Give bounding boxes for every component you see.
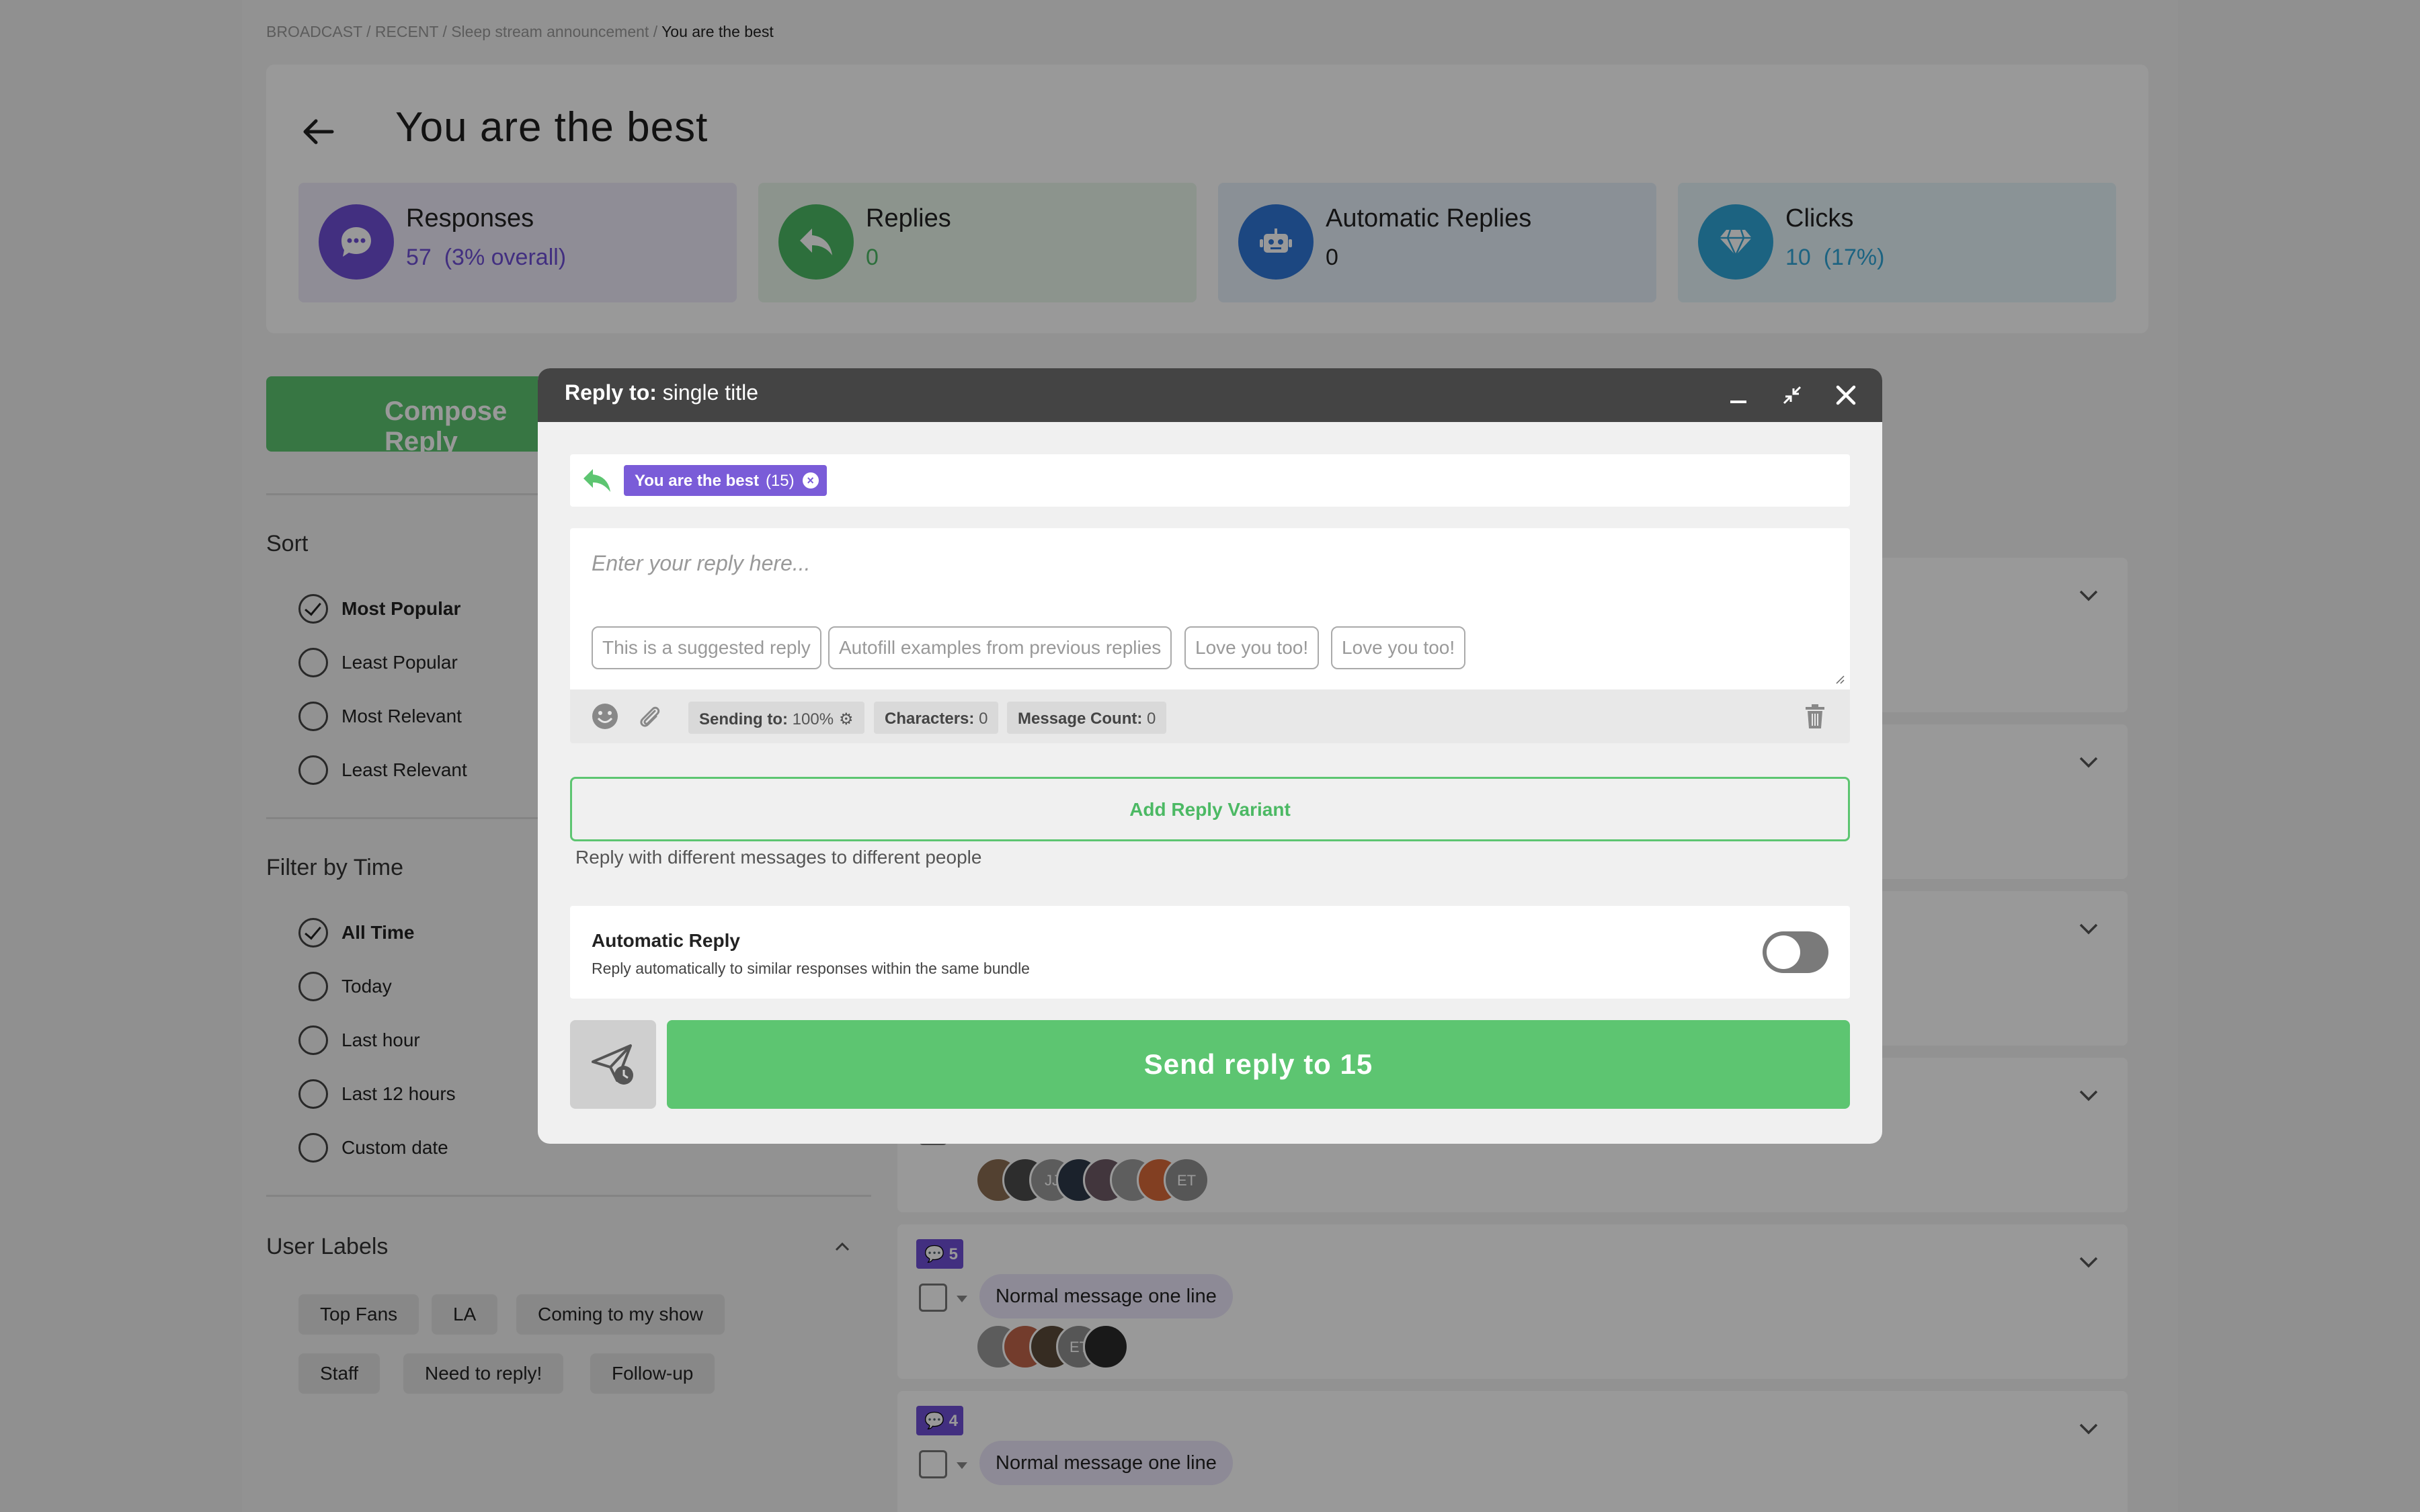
attachment-icon[interactable] bbox=[635, 702, 664, 731]
automatic-reply-subtitle: Reply automatically to similar responses… bbox=[592, 960, 1030, 977]
suggested-reply-chip[interactable]: Love you too! bbox=[1331, 626, 1466, 669]
suggested-reply-chip[interactable]: Love you too! bbox=[1184, 626, 1320, 669]
characters-chip: Characters: 0 bbox=[874, 702, 999, 734]
send-reply-button[interactable]: Send reply to 15 bbox=[667, 1020, 1850, 1109]
emoji-icon[interactable] bbox=[590, 702, 620, 731]
sending-to-chip[interactable]: Sending to: 100% ⚙ bbox=[688, 702, 864, 734]
remove-tag-icon[interactable]: × bbox=[802, 472, 819, 489]
suggested-reply-chip[interactable]: This is a suggested reply bbox=[592, 626, 821, 669]
modal-title: Reply to: single title bbox=[565, 380, 759, 405]
reply-editor: This is a suggested reply Autofill examp… bbox=[570, 528, 1850, 689]
automatic-reply-title: Automatic Reply bbox=[592, 930, 740, 951]
reply-input[interactable] bbox=[592, 543, 1667, 583]
schedule-send-icon bbox=[592, 1044, 633, 1085]
automatic-reply-toggle[interactable] bbox=[1763, 931, 1828, 973]
add-reply-variant-button[interactable]: Add Reply Variant bbox=[570, 777, 1850, 841]
gear-icon[interactable]: ⚙ bbox=[839, 710, 854, 729]
recipient-row: You are the best (15) × bbox=[570, 454, 1850, 507]
minimize-icon[interactable] bbox=[1725, 382, 1752, 409]
trash-icon[interactable] bbox=[1802, 702, 1828, 731]
reply-modal: Reply to: single title You are the best(… bbox=[538, 368, 1882, 1144]
modal-header: Reply to: single title bbox=[538, 368, 1882, 422]
automatic-reply-section: Automatic Reply Reply automatically to s… bbox=[570, 906, 1850, 999]
reply-toolbar: Sending to: 100% ⚙ Characters: 0 Message … bbox=[570, 689, 1850, 743]
collapse-icon[interactable] bbox=[1779, 382, 1806, 409]
close-icon[interactable] bbox=[1832, 382, 1859, 409]
toggle-knob bbox=[1767, 935, 1800, 969]
variant-help-text: Reply with different messages to differe… bbox=[575, 847, 982, 868]
message-count-chip: Message Count: 0 bbox=[1007, 702, 1167, 734]
reply-arrow-icon bbox=[583, 469, 610, 492]
recipient-tag[interactable]: You are the best (15) × bbox=[624, 465, 827, 496]
schedule-send-button[interactable] bbox=[570, 1020, 656, 1109]
suggested-reply-chip[interactable]: Autofill examples from previous replies bbox=[828, 626, 1172, 669]
resize-handle-icon[interactable] bbox=[1834, 673, 1845, 684]
